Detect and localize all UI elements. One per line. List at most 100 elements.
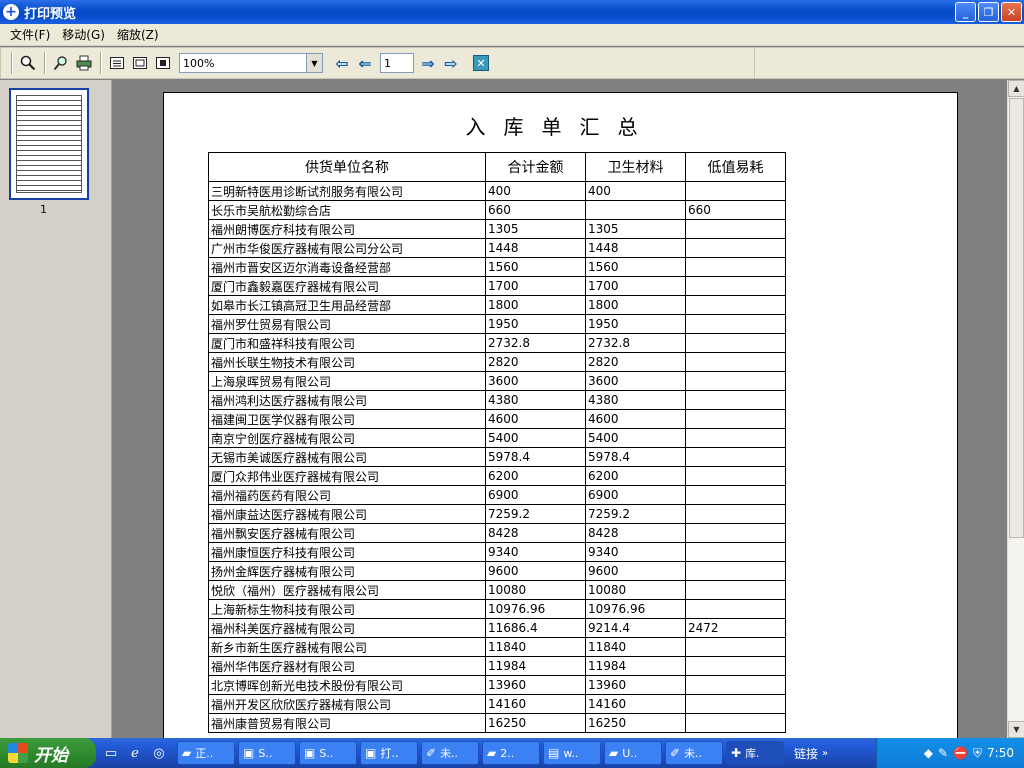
chevron-right-icon[interactable]: » — [822, 748, 828, 759]
print-icon[interactable] — [73, 52, 95, 74]
single-page-icon[interactable] — [106, 52, 128, 74]
links-toolbar[interactable]: 链接 » — [794, 745, 828, 762]
last-page-icon[interactable]: ⇨ — [440, 52, 462, 74]
cell-supplier: 福州朗博医疗科技有限公司 — [208, 219, 486, 239]
cell-supplier: 福州罗仕贸易有限公司 — [208, 314, 486, 334]
thumbnail-page-label: 1 — [40, 203, 47, 216]
cell-low-value — [685, 257, 786, 277]
table-row: 上海新标生物科技有限公司 10976.96 10976.96 — [208, 599, 786, 619]
zoom-icon[interactable] — [17, 52, 39, 74]
document-page: 入库单汇总 供货单位名称 合计金额 卫生材料 低值易耗 三明新特医用诊断试剂服务… — [163, 92, 958, 738]
folder-icon: ▰ — [487, 746, 497, 760]
chevron-down-icon[interactable]: ▼ — [306, 54, 322, 72]
security-icon[interactable]: ⛔ — [953, 746, 968, 760]
cell-total: 7259.2 — [485, 504, 586, 524]
prev-page-icon[interactable]: ⇐ — [354, 52, 376, 74]
table-row: 厦门众邦伟业医疗器械有限公司 6200 6200 — [208, 466, 786, 486]
cell-low-value — [685, 694, 786, 714]
paint-icon: ✐ — [670, 746, 681, 760]
table-row: 福州华伟医疗器材有限公司 11984 11984 — [208, 656, 786, 676]
vertical-scrollbar[interactable]: ▲ ▼ — [1007, 80, 1024, 738]
scroll-up-icon[interactable]: ▲ — [1008, 80, 1024, 97]
show-desktop-icon[interactable]: ▭ — [102, 744, 120, 762]
cell-medical-materials: 9214.4 — [585, 618, 686, 638]
scrollbar-thumb[interactable] — [1009, 98, 1024, 538]
taskbar-task[interactable]: ▣ 打.. — [360, 741, 418, 765]
network-icon[interactable]: ◆ — [924, 746, 933, 760]
taskbar-task[interactable]: ▰ 正.. — [177, 741, 235, 765]
header-total: 合计金额 — [485, 152, 586, 182]
taskbar-task[interactable]: ▤ w.. — [543, 741, 601, 765]
preview-area[interactable]: 入库单汇总 供货单位名称 合计金额 卫生材料 低值易耗 三明新特医用诊断试剂服务… — [117, 80, 1007, 738]
cell-medical-materials: 1305 — [585, 219, 686, 239]
cell-total: 11686.4 — [485, 618, 586, 638]
cell-supplier: 厦门众邦伟业医疗器械有限公司 — [208, 466, 486, 486]
menu-move[interactable]: 移动(G) — [56, 26, 111, 43]
app-icon: ▣ — [304, 746, 316, 760]
cell-low-value — [685, 637, 786, 657]
taskbar-task-label: 未.. — [684, 747, 703, 760]
cell-medical-materials: 400 — [585, 181, 686, 201]
table-row: 如皋市长江镇高冠卫生用品经营部 1800 1800 — [208, 295, 786, 315]
cell-medical-materials: 6900 — [585, 485, 686, 505]
taskbar-task-label: U.. — [622, 746, 638, 760]
toolbar-filler — [755, 47, 1024, 79]
minimize-button[interactable]: _ — [955, 2, 976, 22]
taskbar-task[interactable]: ▣ S.. — [299, 741, 357, 765]
table-header-row: 供货单位名称 合计金额 卫生材料 低值易耗 — [208, 152, 786, 182]
taskbar-task[interactable]: ▰ U.. — [604, 741, 662, 765]
start-button[interactable]: 开始 — [0, 738, 96, 768]
next-page-icon[interactable]: ⇒ — [417, 52, 439, 74]
media-icon[interactable]: ◎ — [150, 744, 168, 762]
close-preview-icon[interactable]: ✕ — [473, 55, 489, 71]
zoom-select[interactable]: 100% ▼ — [179, 53, 323, 73]
fit-page-icon[interactable] — [152, 52, 174, 74]
cell-medical-materials: 14160 — [585, 694, 686, 714]
title-bar[interactable]: + 打印预览 _ ❐ ✕ — [0, 0, 1024, 24]
close-button[interactable]: ✕ — [1001, 2, 1022, 22]
taskbar-task[interactable]: ▣ S.. — [238, 741, 296, 765]
cell-supplier: 三明新特医用诊断试剂服务有限公司 — [208, 181, 486, 201]
taskbar-task[interactable]: ✚ 库. — [726, 741, 784, 765]
menu-zoom[interactable]: 缩放(Z) — [111, 26, 165, 43]
browser-icon[interactable]: ℯ — [126, 744, 144, 762]
table-row: 厦门市和盛祥科技有限公司 2732.8 2732.8 — [208, 333, 786, 353]
menu-file[interactable]: 文件(F) — [4, 26, 56, 43]
cell-supplier: 福州市晋安区迈尔消毒设备经营部 — [208, 257, 486, 277]
cell-medical-materials: 1800 — [585, 295, 686, 315]
paint-icon: ✐ — [426, 746, 437, 760]
page-thumbnail[interactable] — [9, 88, 89, 200]
page-number-input[interactable]: 1 — [380, 53, 414, 73]
cell-supplier: 长乐市吴航松勤综合店 — [208, 200, 486, 220]
cell-medical-materials: 1950 — [585, 314, 686, 334]
taskbar-task[interactable]: ✐ 未.. — [421, 741, 479, 765]
taskbar-task[interactable]: ✐ 未.. — [665, 741, 723, 765]
cell-medical-materials: 9600 — [585, 561, 686, 581]
restore-button[interactable]: ❐ — [978, 2, 999, 22]
window-controls: _ ❐ ✕ — [955, 2, 1022, 22]
input-method-icon[interactable]: ✎ — [938, 746, 948, 760]
table-row: 三明新特医用诊断试剂服务有限公司 400 400 — [208, 181, 786, 201]
cell-low-value — [685, 599, 786, 619]
cell-low-value — [685, 314, 786, 334]
cell-total: 14160 — [485, 694, 586, 714]
cell-low-value — [685, 352, 786, 372]
cell-low-value: 2472 — [685, 618, 786, 638]
cell-total: 3600 — [485, 371, 586, 391]
cell-total: 11840 — [485, 637, 586, 657]
cell-low-value — [685, 333, 786, 353]
cell-low-value: 660 — [685, 200, 786, 220]
search-icon[interactable] — [50, 52, 72, 74]
cell-low-value — [685, 295, 786, 315]
cell-total: 1800 — [485, 295, 586, 315]
first-page-icon[interactable]: ⇦ — [331, 52, 353, 74]
taskbar-task-label: S.. — [258, 746, 273, 760]
cell-medical-materials: 13960 — [585, 675, 686, 695]
folder-icon: ▰ — [609, 746, 619, 760]
system-tray: ◆ ✎ ⛔ ⛨ 7:50 — [876, 738, 1024, 768]
cell-supplier: 福州长联生物技术有限公司 — [208, 352, 486, 372]
taskbar-task[interactable]: ▰ 2.. — [482, 741, 540, 765]
scroll-down-icon[interactable]: ▼ — [1008, 721, 1024, 738]
page-setup-icon[interactable] — [129, 52, 151, 74]
shield-icon[interactable]: ⛨ — [973, 746, 982, 761]
